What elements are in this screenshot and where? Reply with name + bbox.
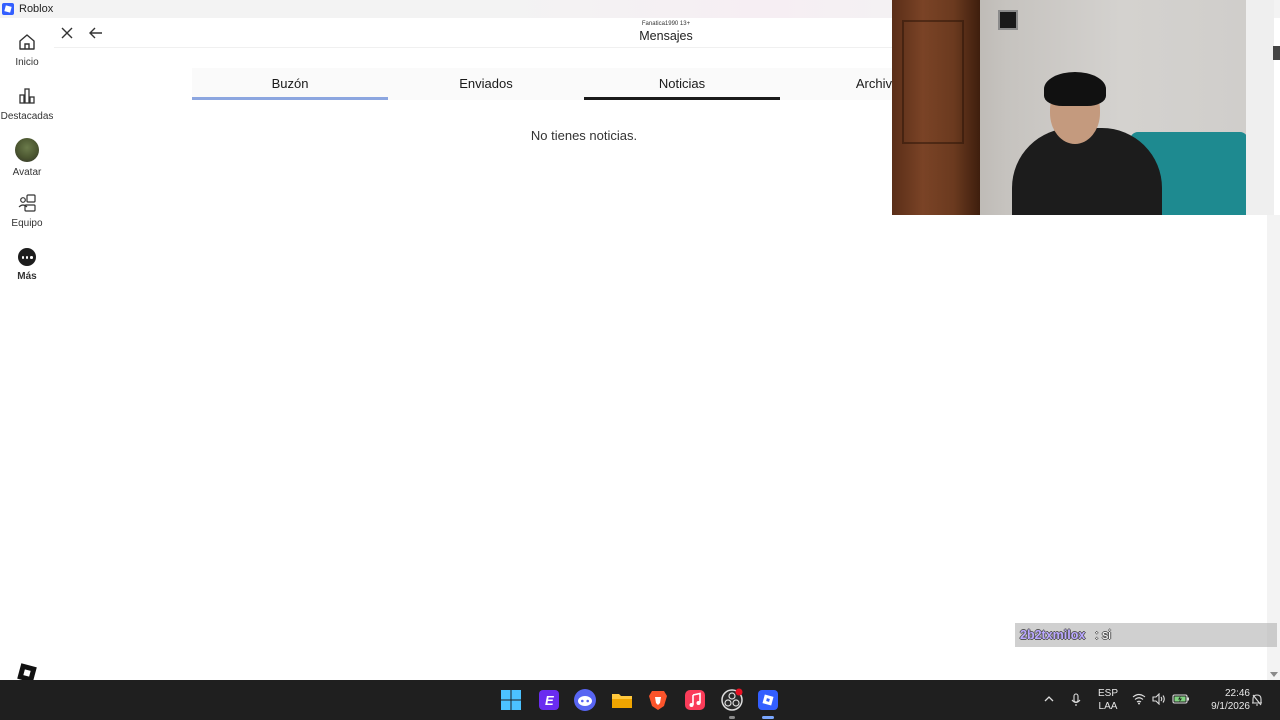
- svg-text:E: E: [545, 693, 554, 708]
- tab-noticias[interactable]: Noticias: [584, 68, 780, 100]
- sidebar-item-inicio[interactable]: Inicio: [0, 32, 54, 68]
- notification-bell-icon[interactable]: [1251, 693, 1263, 707]
- sidebar-item-avatar[interactable]: Avatar: [0, 138, 54, 178]
- scroll-down-icon[interactable]: [1270, 672, 1278, 677]
- sidebar-item-label: Equipo: [11, 218, 43, 229]
- sidebar-item-destacadas[interactable]: Destacadas: [0, 86, 54, 122]
- sidebar-item-label: Avatar: [12, 167, 42, 178]
- windows-start-icon[interactable]: [499, 688, 523, 712]
- more-icon: [18, 248, 36, 266]
- roblox-active-indicator: [762, 716, 774, 719]
- tab-buzon[interactable]: Buzón: [192, 68, 388, 100]
- sidebar-nav: Inicio Destacadas Avatar Equipo Más: [0, 18, 54, 683]
- empty-state-message: No tienes noticias.: [530, 128, 638, 143]
- discord-icon[interactable]: [573, 688, 597, 712]
- file-explorer-icon[interactable]: [610, 688, 634, 712]
- apple-music-icon[interactable]: [683, 688, 707, 712]
- epic-games-icon[interactable]: E: [537, 688, 561, 712]
- webcam-person-hair: [1044, 72, 1106, 106]
- language-indicator[interactable]: ESP LAA: [1095, 688, 1121, 712]
- clock-time: 22:46: [1224, 688, 1250, 699]
- microphone-icon[interactable]: [1070, 693, 1082, 707]
- windows-taskbar: E ESP LAA 22:46 9/1/2026: [0, 680, 1280, 720]
- vertical-scrollbar[interactable]: [1267, 215, 1280, 680]
- obs-running-indicator: [729, 716, 735, 719]
- webcam-edge: [1246, 0, 1274, 215]
- chevron-up-icon[interactable]: [1043, 693, 1055, 705]
- tab-archivados[interactable]: Archiv: [780, 68, 892, 100]
- roblox-app-icon: [2, 3, 14, 15]
- keyboard-layout: LAA: [1098, 701, 1118, 712]
- sidebar-item-label: Inicio: [15, 57, 39, 68]
- sidebar-item-mas[interactable]: Más: [0, 248, 54, 282]
- home-icon: [19, 34, 35, 50]
- avatar-icon: [15, 138, 39, 162]
- scrollbar-top-segment[interactable]: [1273, 46, 1280, 60]
- roblox-taskbar-icon[interactable]: [756, 688, 780, 712]
- clock[interactable]: 22:46 9/1/2026: [1198, 688, 1250, 712]
- battery-charging-icon[interactable]: [1172, 693, 1190, 705]
- obs-studio-icon[interactable]: [720, 688, 744, 712]
- webcam-picture-frame: [998, 10, 1018, 30]
- sidebar-item-label: Más: [17, 271, 37, 282]
- stream-chat-message: 2b2txmilox : si: [1015, 623, 1277, 647]
- chat-username: 2b2txmilox: [1020, 628, 1086, 642]
- tab-enviados[interactable]: Enviados: [388, 68, 584, 100]
- clock-date: 9/1/2026: [1211, 701, 1250, 712]
- webcam-door: [892, 0, 980, 215]
- window-title: Roblox: [19, 3, 54, 15]
- team-icon: [18, 194, 36, 212]
- volume-icon[interactable]: [1152, 693, 1166, 705]
- page-header: Fanatica1990 13+ Mensajes: [54, 18, 892, 48]
- charts-icon: [19, 88, 35, 104]
- brave-browser-icon[interactable]: [646, 688, 670, 712]
- language-code: ESP: [1097, 688, 1118, 699]
- roblox-app-window: Roblox Inicio Destacadas Avatar Equipo M…: [0, 0, 1280, 720]
- sidebar-item-equipo[interactable]: Equipo: [0, 193, 54, 229]
- webcam-overlay: [892, 0, 1274, 215]
- webcam-person-body: [1012, 128, 1162, 215]
- sidebar-item-label: Destacadas: [0, 111, 54, 122]
- wifi-icon[interactable]: [1132, 693, 1146, 705]
- message-tabs: Buzón Enviados Noticias Archiv: [192, 68, 892, 100]
- chat-text: : si: [1095, 628, 1111, 642]
